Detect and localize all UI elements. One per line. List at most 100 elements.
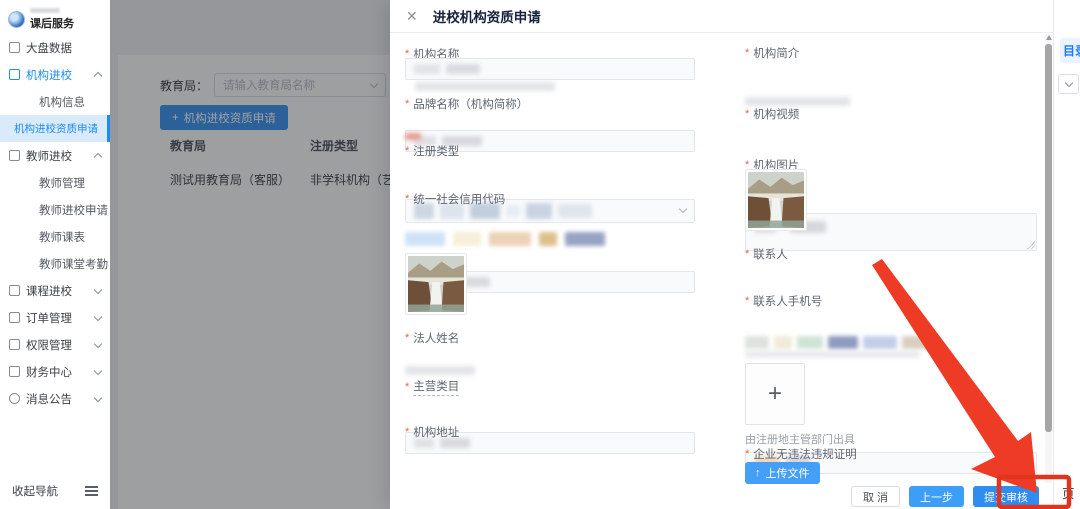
sidebar-item-teacher-attendance[interactable]: 教师课堂考勤 — [0, 250, 110, 277]
org-name-input[interactable] — [405, 58, 695, 80]
scroll-up-arrow-icon[interactable] — [1046, 35, 1052, 40]
course-icon — [9, 285, 20, 296]
sidebar-item-finance-center[interactable]: 财务中心 — [0, 358, 110, 385]
drawer-body: * 机构名称 * 品牌名称（机构简称） * 注册类型 — [390, 33, 1053, 484]
redacted-content — [414, 64, 440, 74]
redacted-content — [405, 366, 475, 375]
redacted-content — [539, 232, 557, 246]
required-asterisk: * — [405, 426, 409, 438]
toc-collapse-button[interactable] — [1058, 74, 1079, 94]
redacted-content — [30, 8, 60, 13]
sidebar-item-order-manage[interactable]: 订单管理 — [0, 304, 110, 331]
field-label-org-video: 机构视频 — [753, 106, 799, 122]
field-label-credit-code: 统一社会信用代码 — [413, 191, 505, 207]
redacted-content — [774, 336, 792, 349]
upload-file-button[interactable]: ↑ 上传文件 — [745, 462, 820, 484]
cancel-button[interactable]: 取 消 — [851, 486, 900, 507]
drawer-header: ✕ 进校机构资质申请 — [390, 0, 1053, 33]
sidebar-item-course-entry[interactable]: 课程进校 — [0, 277, 110, 304]
required-asterisk: * — [745, 47, 749, 59]
field-label-main-category: 主营类目 — [413, 378, 459, 396]
sidebar-item-org-qualification-apply[interactable]: 机构进校资质申请 — [0, 115, 110, 142]
drawer-title: 进校机构资质申请 — [433, 6, 541, 26]
brand-logo-icon — [8, 11, 25, 28]
finance-icon — [9, 366, 20, 377]
field-label-reg-type: 注册类型 — [413, 143, 459, 159]
plus-icon: + — [768, 380, 782, 408]
field-label-contact: 联系人 — [753, 246, 788, 262]
upload-plus-box[interactable]: + — [745, 363, 805, 425]
required-asterisk: * — [745, 295, 749, 307]
required-asterisk: * — [405, 332, 409, 344]
close-icon[interactable]: ✕ — [406, 9, 418, 23]
permission-icon — [9, 339, 20, 350]
submit-review-button[interactable]: 提交审核 — [973, 486, 1039, 507]
required-asterisk: * — [405, 193, 409, 205]
sidebar-item-org-info[interactable]: 机构信息 — [0, 88, 110, 115]
sidebar-item-dashboard[interactable]: 大盘数据 — [0, 34, 110, 61]
menu-lines-icon — [85, 486, 98, 488]
sidebar-item-message-notice[interactable]: 消息公告 — [0, 385, 110, 412]
drawer-scrollbar-thumb[interactable] — [1045, 44, 1052, 432]
message-icon — [9, 393, 20, 404]
redacted-content — [797, 336, 823, 349]
brand-name: 课后服务 — [30, 15, 74, 31]
field-label-org-address: 机构地址 — [413, 424, 459, 440]
page-partial-text: 页 — [1062, 483, 1075, 502]
redacted-content — [506, 205, 520, 217]
required-asterisk: * — [745, 248, 749, 260]
field-label-legal-name: 法人姓名 — [413, 330, 459, 346]
sidebar: 课后服务 大盘数据 机构进校 机构信息 机构进校资质申请 教师进校 教师管理 教… — [0, 0, 110, 509]
required-asterisk: * — [745, 448, 749, 460]
field-label-contact-phone: 联系人手机号 — [753, 293, 822, 309]
redacted-chip-row — [745, 336, 930, 349]
redacted-content — [405, 232, 445, 246]
field-label-org-intro: 机构简介 — [753, 45, 799, 61]
field-label-brand-name: 品牌名称（机构简称） — [413, 96, 528, 112]
redacted-chip-row — [405, 232, 605, 246]
redacted-content — [902, 336, 930, 349]
required-asterisk: * — [405, 98, 409, 110]
chevron-down-icon — [94, 312, 102, 320]
redacted-content — [489, 232, 531, 246]
sidebar-item-teacher-entry[interactable]: 教师进校 — [0, 142, 110, 169]
prev-step-button[interactable]: 上一步 — [909, 486, 964, 507]
chevron-down-icon — [1064, 79, 1072, 87]
sidebar-item-teacher-timetable[interactable]: 教师课表 — [0, 223, 110, 250]
chevron-up-icon — [94, 72, 102, 80]
required-asterisk: * — [745, 108, 749, 120]
qualification-apply-drawer: ✕ 进校机构资质申请 * 机构名称 * 品牌名称（机构简称） * 注册类型 — [390, 0, 1053, 509]
license-photo-thumbnail[interactable] — [405, 253, 467, 315]
sidebar-item-permission-manage[interactable]: 权限管理 — [0, 331, 110, 358]
toc-tag[interactable]: 目录 — [1060, 38, 1080, 63]
teacher-icon — [9, 150, 20, 161]
order-icon — [9, 312, 20, 323]
chevron-up-icon — [94, 153, 102, 161]
collapse-nav-button[interactable]: 收起导航 — [0, 479, 110, 503]
chevron-down-icon — [679, 205, 687, 213]
dashboard-icon — [9, 42, 20, 53]
redacted-content — [453, 232, 481, 246]
drawer-footer: 取 消 上一步 提交审核 — [390, 484, 1053, 509]
org-photo-thumbnail[interactable] — [745, 169, 807, 231]
sidebar-item-org-entry[interactable]: 机构进校 — [0, 61, 110, 88]
chevron-down-icon — [94, 393, 102, 401]
redacted-content — [446, 64, 480, 74]
upload-hint-text: 由注册地主管部门出具 — [745, 431, 855, 447]
redacted-content — [558, 204, 592, 218]
redacted-content — [565, 232, 605, 246]
upload-icon: ↑ — [755, 467, 761, 479]
sidebar-item-teacher-manage[interactable]: 教师管理 — [0, 169, 110, 196]
mountain-photo-icon — [748, 172, 804, 228]
required-asterisk: * — [405, 381, 409, 393]
field-label-no-violation: 企业无违法违规证明 — [753, 446, 857, 462]
chevron-down-icon — [94, 339, 102, 347]
resize-grip-icon[interactable] — [1027, 241, 1035, 249]
redacted-content — [526, 203, 552, 219]
redacted-content — [405, 133, 421, 140]
app-logo: 课后服务 — [0, 0, 110, 34]
sidebar-item-teacher-apply[interactable]: 教师进校申请 — [0, 196, 110, 223]
chevron-down-icon — [94, 366, 102, 374]
page-edge-strip: 目录 页 — [1053, 0, 1080, 509]
redacted-content — [828, 336, 858, 349]
